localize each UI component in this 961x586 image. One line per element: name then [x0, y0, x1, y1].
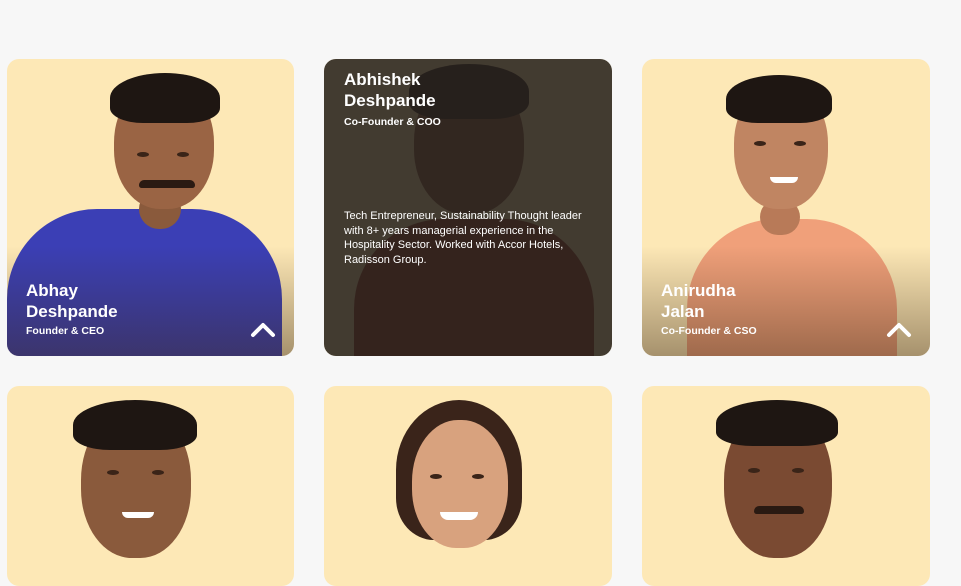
chevron-up-icon[interactable] [250, 320, 276, 338]
hair [716, 400, 838, 446]
chevron-up-icon[interactable] [886, 320, 912, 338]
team-card-anirudha[interactable]: Anirudha Jalan Co-Founder & CSO [642, 59, 930, 356]
team-card[interactable] [324, 386, 612, 586]
team-card-abhay[interactable]: Abhay Deshpande Founder & CEO [7, 59, 294, 356]
eye [152, 470, 164, 475]
hair [110, 73, 220, 123]
member-last-name: Deshpande [26, 302, 118, 321]
eye [177, 152, 189, 157]
smile [440, 512, 478, 520]
member-first-name: Anirudha [661, 281, 736, 300]
eye [792, 468, 804, 473]
member-name: Abhishek Deshpande [344, 69, 436, 111]
member-last-name: Jalan [661, 302, 705, 321]
team-card-abhishek[interactable]: Abhishek Deshpande Co-Founder & COO Tech… [324, 59, 612, 356]
portrait-photo [7, 386, 294, 586]
eye [472, 474, 484, 479]
eye [794, 141, 806, 146]
eye [754, 141, 766, 146]
team-card[interactable] [7, 386, 294, 586]
hair [73, 400, 197, 450]
member-role: Co-Founder & COO [344, 116, 441, 128]
eye [137, 152, 149, 157]
member-first-name: Abhay [26, 281, 78, 300]
eye [107, 470, 119, 475]
mustache [139, 180, 195, 188]
portrait-photo [324, 386, 612, 586]
eye [748, 468, 760, 473]
portrait-photo [642, 386, 930, 586]
member-bio: Tech Entrepreneur, Sustainability Though… [344, 210, 582, 266]
team-card[interactable] [642, 386, 930, 586]
hair [726, 75, 832, 123]
member-last-name: Deshpande [344, 91, 436, 110]
member-first-name: Abhishek [344, 70, 421, 89]
smile [770, 177, 798, 183]
member-name: Abhay Deshpande [26, 280, 118, 322]
eye [430, 474, 442, 479]
member-name: Anirudha Jalan [661, 280, 736, 322]
member-role: Co-Founder & CSO [661, 325, 757, 337]
smile [122, 512, 154, 518]
face [412, 420, 508, 548]
mustache [754, 506, 804, 514]
member-role: Founder & CEO [26, 325, 105, 337]
